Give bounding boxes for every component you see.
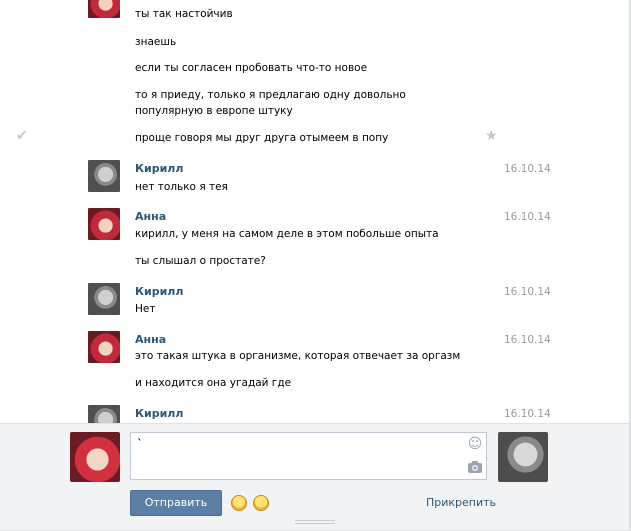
message-text: ты слышал о простате? (135, 255, 266, 267)
message-date[interactable]: 16.10.14 (504, 211, 551, 223)
author-name[interactable]: Кирилл (135, 407, 183, 420)
my-avatar[interactable] (70, 432, 120, 482)
avatar-kirill[interactable] (88, 283, 120, 315)
message-text: и находится она угадай где (135, 377, 292, 389)
message-history[interactable]: ты так настойчив знаешь если ты согласен… (0, 0, 629, 423)
emoji-dizzy-icon[interactable] (253, 495, 269, 511)
message-text: нет только я тея (135, 181, 228, 193)
author-name[interactable]: Кирилл (135, 162, 183, 175)
author-name[interactable]: Кирилл (135, 285, 183, 298)
author-name[interactable]: Анна (135, 210, 166, 223)
message-text: знаешь (135, 36, 177, 48)
message-text: если ты согласен пробовать что-то новое (135, 62, 368, 74)
message-text: ты так настойчив (135, 8, 233, 20)
camera-icon[interactable] (467, 460, 483, 474)
dialog-window: ты так настойчив знаешь если ты согласен… (0, 0, 631, 531)
avatar-kirill[interactable] (88, 405, 120, 423)
message-composer: ` ☺ Отправить Прикрепить (0, 423, 629, 530)
avatar-anna[interactable] (88, 331, 120, 363)
smile-icon[interactable]: ☺ (467, 436, 483, 452)
attach-link[interactable]: Прикрепить (426, 496, 496, 509)
emoji-scared-icon[interactable] (231, 495, 247, 511)
message-text: то я приеду, только я предлагаю одну дов… (135, 89, 406, 117)
message-text: кирилл, у меня на самом деле в этом побо… (135, 228, 439, 240)
send-button[interactable]: Отправить (130, 490, 222, 516)
avatar-anna[interactable] (88, 208, 120, 240)
message-date[interactable]: 16.10.14 (504, 163, 551, 175)
star-icon[interactable]: ★ (485, 128, 498, 144)
message-text: это такая штука в организме, которая отв… (135, 350, 461, 362)
peer-avatar[interactable] (498, 432, 548, 482)
author-name[interactable]: Анна (135, 333, 166, 346)
message-input[interactable]: ` (130, 432, 487, 480)
message-text: Нет (135, 303, 156, 315)
message-date[interactable]: 16.10.14 (504, 408, 551, 420)
message-date[interactable]: 16.10.14 (504, 334, 551, 346)
resize-grip-icon[interactable] (295, 518, 335, 526)
avatar-anna[interactable] (88, 0, 120, 18)
avatar-kirill[interactable] (88, 160, 120, 192)
message-date[interactable]: 16.10.14 (504, 286, 551, 298)
check-icon: ✔ (16, 128, 28, 144)
message-text: проще говоря мы друг друга отымеем в поп… (135, 132, 389, 144)
